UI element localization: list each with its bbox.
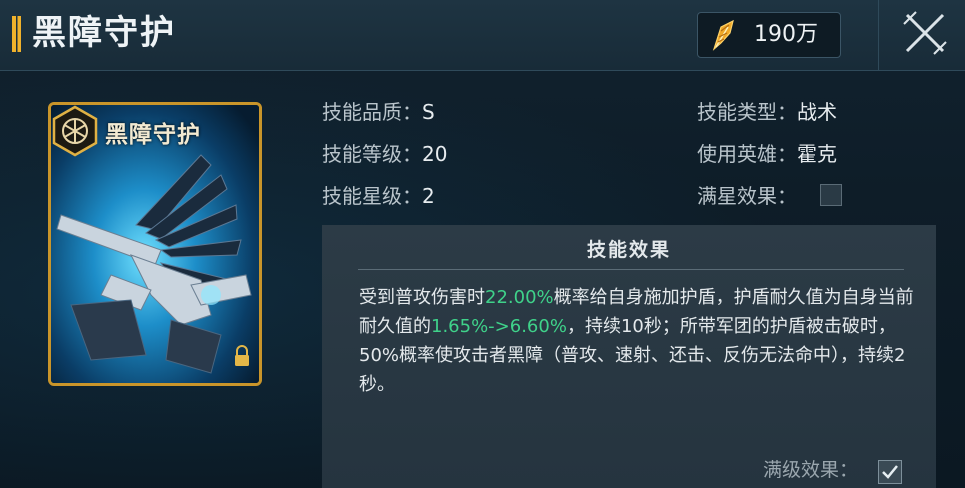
effect-highlight-chance: 22.00% — [485, 287, 554, 308]
effect-text-1: 受到普攻伤害时 — [359, 287, 485, 308]
close-button[interactable] — [878, 0, 965, 70]
star-label: 技能星级： — [322, 184, 422, 208]
fullstar-label: 满星效果： — [697, 184, 797, 208]
level-label: 技能等级： — [322, 142, 422, 166]
type-label: 技能类型： — [697, 100, 797, 124]
star-row: 技能星级：2 — [322, 183, 435, 209]
card-title: 黑障守护 — [105, 122, 201, 148]
lock-icon — [235, 345, 249, 366]
effect-title: 技能效果 — [586, 239, 671, 261]
hex-emblem-icon — [52, 105, 98, 157]
maxlevel-checkbox[interactable] — [878, 460, 902, 484]
effect-panel: 技能效果 受到普攻伤害时22.00%概率给自身施加护盾，护盾耐久值为自身当前耐久… — [322, 225, 936, 488]
level-value: 20 — [422, 142, 448, 166]
hero-row: 使用英雄：霍克 — [697, 141, 837, 167]
hero-value: 霍克 — [797, 142, 837, 166]
type-value: 战术 — [797, 100, 837, 124]
gold-feather-icon — [712, 19, 734, 51]
effect-highlight-range: 1.65%->6.60% — [431, 316, 567, 337]
effect-description: 受到普攻伤害时22.00%概率给自身施加护盾，护盾耐久值为自身当前耐久值的1.6… — [359, 283, 919, 399]
type-row: 技能类型：战术 — [697, 99, 837, 125]
page-title: 黑障守护 — [32, 13, 176, 53]
fullstar-checkbox[interactable] — [820, 184, 842, 206]
header-bar: 黑障守护 190万 — [0, 0, 965, 71]
maxlevel-label: 满级效果： — [763, 459, 859, 481]
hero-label: 使用英雄： — [697, 142, 797, 166]
level-row: 技能等级：20 — [322, 141, 447, 167]
quality-label: 技能品质： — [322, 100, 422, 124]
currency-value: 190万 — [754, 22, 818, 47]
skill-card: 黑障守护 — [48, 102, 262, 386]
close-icon — [903, 11, 947, 55]
fullstar-row: 满星效果： — [697, 183, 797, 209]
divider — [358, 269, 904, 270]
quality-row: 技能品质：S — [322, 99, 435, 125]
quality-value: S — [422, 100, 435, 124]
check-icon — [882, 465, 898, 479]
currency-display: 190万 — [697, 12, 841, 58]
title-accent — [12, 16, 21, 52]
star-value: 2 — [422, 184, 435, 208]
